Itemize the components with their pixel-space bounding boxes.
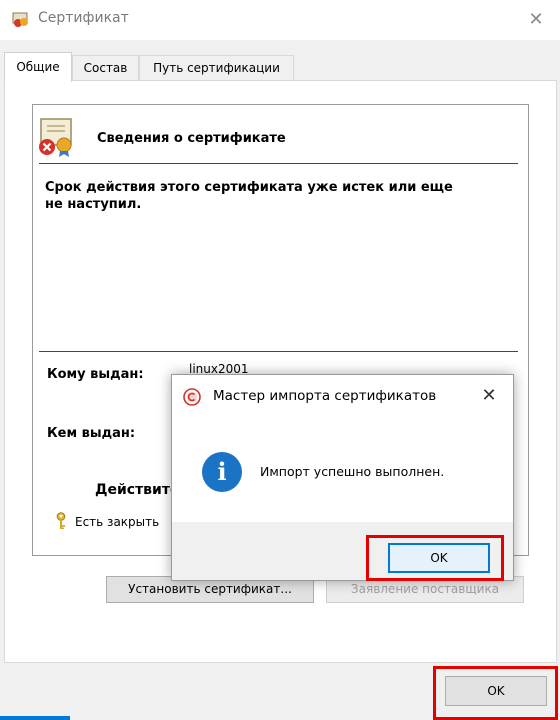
certificate-error-icon bbox=[39, 118, 72, 157]
certificate-icon bbox=[12, 12, 28, 27]
info-icon: i bbox=[202, 452, 242, 492]
tab-certification-path[interactable]: Путь сертификации bbox=[139, 55, 294, 80]
highlight-box bbox=[433, 666, 558, 720]
taskbar-strip bbox=[0, 716, 70, 720]
close-icon[interactable]: ✕ bbox=[475, 383, 503, 409]
certificate-validity-warning: Срок действия этого сертификата уже исте… bbox=[45, 180, 453, 212]
issued-by-label: Кем выдан: bbox=[47, 426, 136, 441]
key-icon bbox=[56, 512, 66, 529]
private-key-text: Есть закрыть bbox=[75, 515, 160, 529]
tab-details[interactable]: Состав bbox=[72, 55, 139, 80]
issued-to-label: Кому выдан: bbox=[47, 367, 144, 382]
window-title: Сертификат bbox=[38, 10, 129, 26]
dialog-title: Мастер импорта сертификатов bbox=[213, 388, 437, 404]
certificate-info-title: Сведения о сертификате bbox=[97, 131, 286, 146]
tab-general[interactable]: Общие bbox=[4, 52, 72, 82]
divider bbox=[39, 163, 518, 164]
dialog-message: Импорт успешно выполнен. bbox=[260, 464, 445, 479]
divider bbox=[39, 351, 518, 352]
validity-label: Действите bbox=[95, 482, 180, 498]
close-icon[interactable]: ✕ bbox=[522, 8, 550, 32]
highlight-box bbox=[366, 535, 504, 581]
app-icon bbox=[183, 388, 201, 406]
